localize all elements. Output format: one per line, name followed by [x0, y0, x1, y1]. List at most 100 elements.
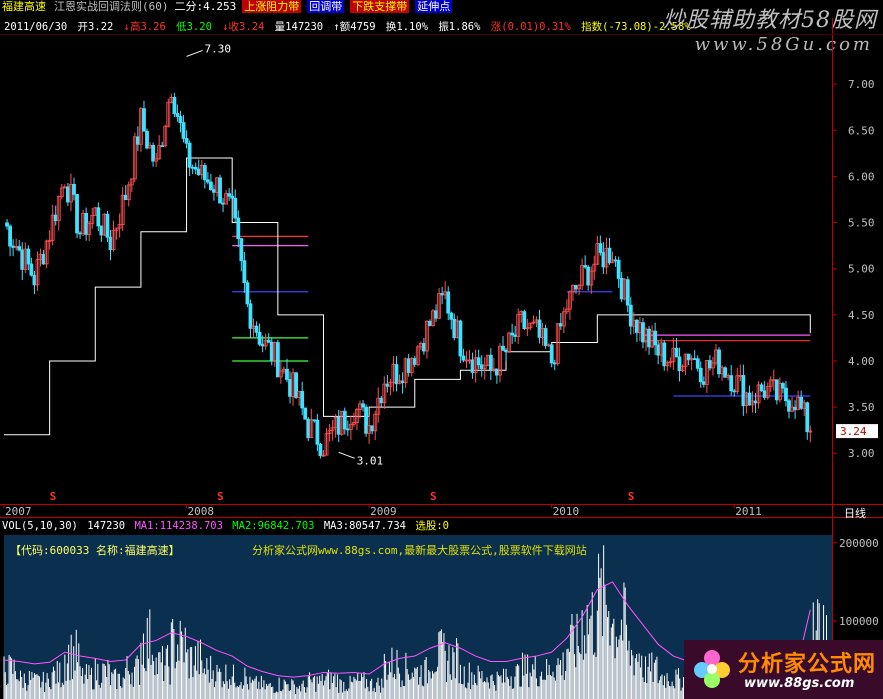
candle-body: [656, 344, 661, 356]
candle-body: [245, 282, 250, 305]
candle-body: [303, 407, 308, 420]
candle-body: [41, 253, 46, 265]
candle-body: [257, 331, 262, 345]
candle-body: [558, 323, 563, 327]
candle-body: [787, 400, 791, 412]
site-banner: 分析家公式网www.88gs.com,最新最大股票公式,股票软件下载网站: [252, 544, 587, 557]
candle-body: [190, 166, 195, 169]
candle-body: [784, 387, 788, 402]
candle-body: [288, 379, 292, 397]
price-annotation: 3.01: [357, 454, 384, 467]
candle-body: [178, 116, 183, 123]
candle-body: [574, 285, 578, 290]
candle-body: [452, 318, 457, 339]
candle-body: [20, 249, 25, 270]
candle-body: [227, 193, 232, 197]
candle-body: [781, 383, 785, 389]
candle-body: [598, 243, 603, 253]
candle-body: [175, 113, 180, 117]
candle-body: [17, 246, 22, 251]
candle-body: [342, 410, 347, 430]
candle-body: [619, 277, 624, 300]
volume-header: VOL(5,10,30) 147230 MA1:114238.703 MA2:9…: [2, 519, 452, 533]
candle-body: [184, 138, 189, 144]
candle-body: [78, 232, 82, 235]
candle-body: [202, 165, 207, 181]
candle-body: [32, 274, 37, 286]
candle-body: [406, 358, 411, 373]
candle-body: [513, 334, 518, 337]
period-label: 日线: [844, 506, 866, 520]
candle-body: [674, 347, 679, 358]
year-label: 2011: [735, 505, 762, 518]
candle-body: [285, 368, 289, 380]
sell-signal-marker: S: [430, 490, 437, 503]
candle-body: [729, 375, 734, 392]
sell-signal-marker: S: [628, 490, 635, 503]
sell-signal-marker: S: [50, 490, 57, 503]
price-tick-label: 3.50: [848, 401, 875, 414]
candle-body: [53, 214, 58, 222]
candle-body: [549, 344, 554, 364]
candle-body: [692, 358, 697, 360]
candle-body: [230, 195, 235, 199]
candle-body: [108, 236, 113, 251]
candle-body: [300, 390, 305, 409]
candle-body: [586, 266, 591, 286]
candle-body: [72, 183, 76, 195]
top-separator: [0, 34, 883, 35]
candle-body: [361, 403, 365, 408]
candle-body: [647, 328, 651, 348]
candle-body: [686, 353, 691, 361]
candle-body: [653, 330, 658, 346]
flower-logo-icon: [694, 650, 730, 688]
price-tick-label: 7.00: [848, 78, 875, 91]
candle-body: [707, 360, 712, 369]
stock-code-label: 【代码:600033 名称:福建高速】: [10, 544, 180, 557]
candle-body: [695, 358, 700, 369]
candle-body: [501, 345, 505, 351]
candle-body: [717, 349, 721, 375]
candle-body: [607, 247, 612, 264]
candle-body: [522, 311, 527, 330]
candle-body: [421, 343, 426, 352]
vol-name: VOL(5,10,30): [2, 520, 78, 532]
candle-body: [26, 248, 31, 265]
candle-body: [75, 194, 79, 234]
candle-body: [601, 252, 606, 268]
candle-body: [641, 322, 645, 343]
candle-body: [312, 419, 317, 422]
vol-ma1: MA1:114238.703: [134, 520, 223, 532]
candle-body: [160, 145, 165, 148]
vol-ma3: MA3:80547.734: [323, 520, 406, 532]
vol-xg: 选股:0: [415, 520, 449, 532]
candle-body: [449, 312, 454, 320]
logo-url: www.88gs.com: [744, 676, 855, 691]
candle-body: [370, 425, 375, 432]
candle-body: [242, 260, 247, 284]
price-tick-label: 6.50: [848, 124, 875, 137]
candle-body: [753, 400, 758, 404]
candle-body: [552, 362, 557, 365]
volume-tick-label: 100000: [839, 615, 879, 628]
price-tick-label: 5.50: [848, 217, 875, 230]
candle-body: [412, 358, 417, 365]
candle-body: [196, 168, 201, 176]
candle-body: [394, 364, 399, 385]
candle-body: [8, 225, 12, 247]
candle-body: [254, 325, 259, 333]
price-tick-label: 4.00: [848, 355, 875, 368]
candle-body: [172, 96, 177, 114]
candle-body: [306, 418, 311, 439]
candle-body: [805, 402, 810, 433]
vol-ma2: MA2:96842.703: [232, 520, 315, 532]
candle-body: [741, 375, 746, 407]
kline-chart[interactable]: 3.00 3.50 4.00 4.50 5.00 5.50 6.00 6.50 7.00 3.24…: [0, 0, 883, 699]
candle-body: [239, 238, 244, 262]
candle-body: [613, 259, 618, 262]
candle-body: [269, 341, 274, 362]
price-axis-line: [832, 18, 833, 699]
price-tick-label: 3.00: [848, 447, 875, 460]
price-tick-label: 5.00: [848, 263, 875, 276]
candle-body: [479, 364, 484, 370]
